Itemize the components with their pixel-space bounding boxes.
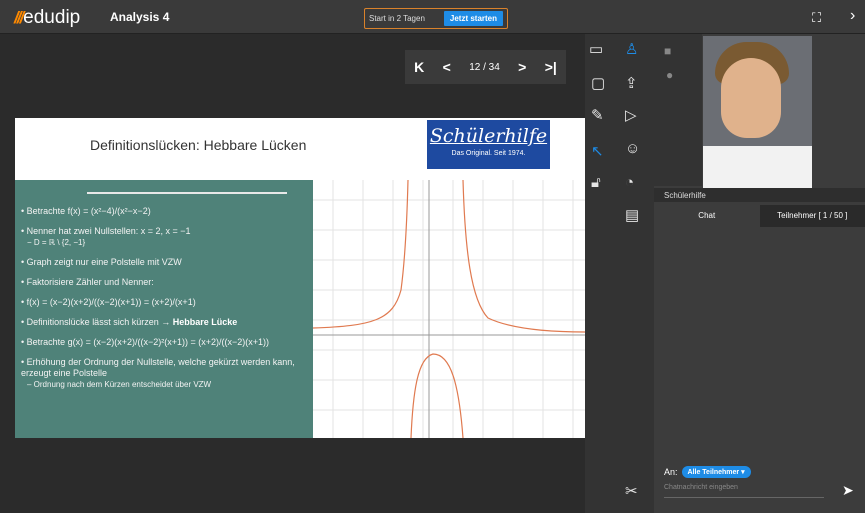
logo-text: edudip [23,7,81,28]
curve-right-branch [462,179,586,333]
webinar-title: Analysis 4 [110,10,170,24]
chevron-right-icon[interactable]: › [850,7,855,25]
bullet-item: • Erhöhung der Ordnung der Nullstelle, w… [21,357,295,389]
presenter-face [721,58,781,138]
video-controls: ■ ● [654,34,702,186]
slide-title: Definitionslücken: Hebbare Lücken [90,137,307,153]
webcam-video [703,36,812,192]
folder-icon[interactable]: ▭ [589,40,603,58]
upload-icon[interactable]: ⇪ [625,74,638,92]
next-page-button[interactable]: > [518,59,526,75]
trial-banner: Start in 2 Tagen Jetzt starten [364,8,508,29]
bullet-item: • Graph zeigt nur eine Polstelle mit VZW [21,257,182,267]
users-icon[interactable]: ☺ [625,140,640,157]
bullet-item: • Faktorisiere Zähler und Nenner: [21,277,154,287]
curve-lower-branch [410,353,464,439]
tools-icon[interactable]: ✂ [625,482,638,500]
bullet-item: • Nenner hat zwei Nullstellen: x = 2, x … [21,226,191,247]
chat-tabs: Chat Teilnehmer [ 1 / 50 ] [654,205,865,227]
video-play-icon[interactable]: ▷ [625,106,637,124]
send-icon[interactable]: ➤ [842,482,854,499]
shapes-icon[interactable]: ✎ [591,106,604,124]
function-graph [312,179,586,439]
slide-pager: K < 12 / 34 > >| [405,50,566,84]
presenter-icon[interactable]: ♙ [625,40,638,58]
bullet-item: • Definitionslücke lässt sich kürzen → H… [21,317,238,327]
logo-mark: /// [14,8,24,27]
curve-left-branch [312,179,409,329]
trial-text: Start in 2 Tagen [369,14,425,23]
pie-chart-icon[interactable]: ◔ [625,174,634,191]
tab-chat[interactable]: Chat [654,205,760,227]
bullet-item: • f(x) = (x−2)(x+2)/((x−2)(x+1)) = (x+2)… [21,297,196,307]
prev-page-button[interactable]: < [443,59,451,75]
chalk-line [87,192,287,194]
top-bar: /// edudip Analysis 4 Start in 2 Tagen J… [0,0,865,34]
lock-icon[interactable]: 🔓︎ [591,174,601,191]
microphone-icon[interactable]: ● [666,68,673,82]
chat-messages [654,227,865,449]
edudip-logo: /// edudip [14,7,80,29]
first-page-button[interactable]: K [414,59,424,75]
chalkboard: • Betrachte f(x) = (x²−4)/(x²−x−2) • Nen… [15,180,313,438]
bullet-item: • Betrachte f(x) = (x²−4)/(x²−x−2) [21,206,151,216]
chat-input[interactable]: Chatnachricht eingeben [664,484,824,498]
presenter-shirt [703,146,812,192]
document-icon[interactable]: ▢ [591,74,605,92]
fullscreen-icon[interactable]: ⛶ [812,10,821,26]
page-indicator: 12 / 34 [469,61,500,73]
tab-participants[interactable]: Teilnehmer [ 1 / 50 ] [759,205,865,227]
to-label: An: [664,467,678,477]
brand-name: Schülerhilfe [429,125,548,147]
graph-svg [312,179,586,439]
start-now-button[interactable]: Jetzt starten [443,11,503,26]
recipient-row: An: Alle Teilnehmer ▾ [664,466,751,478]
bullet-list: • Betrachte f(x) = (x²−4)/(x²−x−2) • Nen… [21,206,313,399]
recipient-select[interactable]: Alle Teilnehmer ▾ [681,466,751,478]
bullet-item: • Betrachte g(x) = (x−2)(x+2)/((x−2)²(x+… [21,337,269,347]
video-label: Schülerhilfe [654,188,865,202]
brand-subtitle: Das Original. Seit 1974. [451,150,526,157]
schuelerhilfe-logo: Schülerhilfe Das Original. Seit 1974. [427,120,550,169]
chat-bubbles-icon[interactable]: ▤ [625,206,639,224]
last-page-button[interactable]: >| [545,59,557,75]
pointer-icon[interactable]: ↖ [591,142,604,160]
tool-bar: ▭ ▢ ✎ ↖ 🔓︎ ♙ ⇪ ▷ ☺ ◔ ▤ ✂ [585,34,654,513]
camera-icon[interactable]: ■ [664,44,671,58]
